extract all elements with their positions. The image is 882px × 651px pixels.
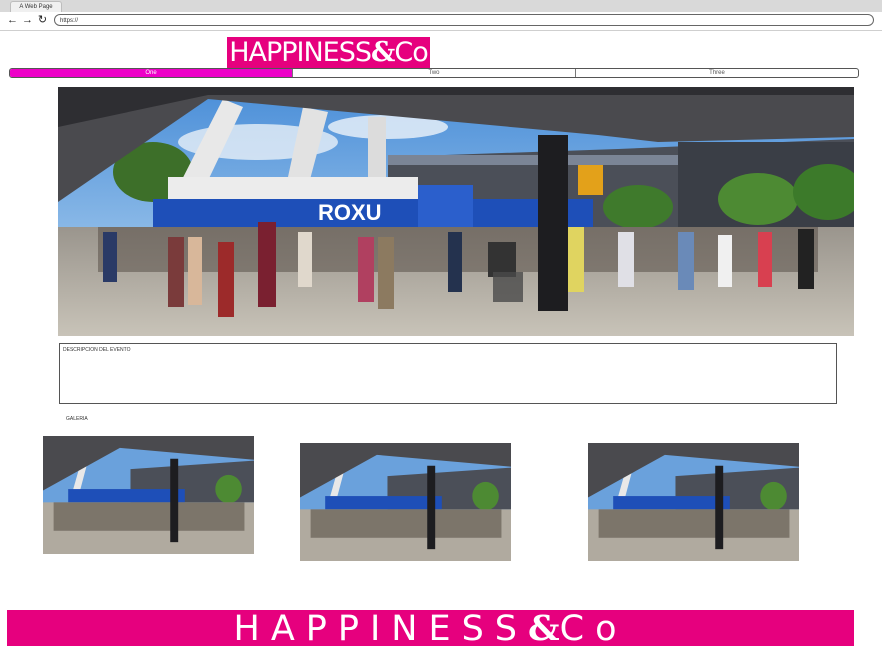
footer-brand-banner: HAPPINESS&Co <box>7 610 854 646</box>
brand-name-part2: Co <box>394 37 428 68</box>
brand-ampersand: & <box>371 37 395 68</box>
brand-logo[interactable]: HAPPINESS&Co <box>227 37 430 68</box>
forward-arrow-icon[interactable]: → <box>21 14 34 27</box>
gallery-thumbnail[interactable] <box>300 443 511 561</box>
back-arrow-icon[interactable]: ← <box>6 14 19 27</box>
gallery-thumbnail[interactable] <box>43 436 254 554</box>
tab-one[interactable]: One <box>10 69 292 77</box>
address-bar[interactable]: https:// <box>54 14 874 26</box>
reload-icon[interactable]: ↻ <box>36 14 49 27</box>
brand-name-part1: HAPPINESS <box>229 37 372 68</box>
footer-brand-part1: HAPPINESS <box>233 610 529 646</box>
tab-two[interactable]: Two <box>292 69 575 77</box>
tab-three[interactable]: Three <box>575 69 858 77</box>
event-description-box: DESCRIPCION DEL EVENTO <box>59 343 837 404</box>
gallery-thumbnail[interactable] <box>588 443 799 561</box>
event-description-label: DESCRIPCION DEL EVENTO <box>63 347 131 353</box>
nav-tabs: One Two Three <box>9 68 859 78</box>
browser-tab-strip: A Web Page <box>0 0 882 13</box>
footer-brand-ampersand: & <box>528 610 560 646</box>
crane-text: ROXU <box>318 200 382 225</box>
browser-toolbar: ← → ↻ https:// <box>0 12 882 31</box>
gallery-heading: GALERIA <box>66 416 88 422</box>
footer-brand-part2: Co <box>559 610 628 646</box>
event-hero-photo: ROXU <box>58 87 854 336</box>
